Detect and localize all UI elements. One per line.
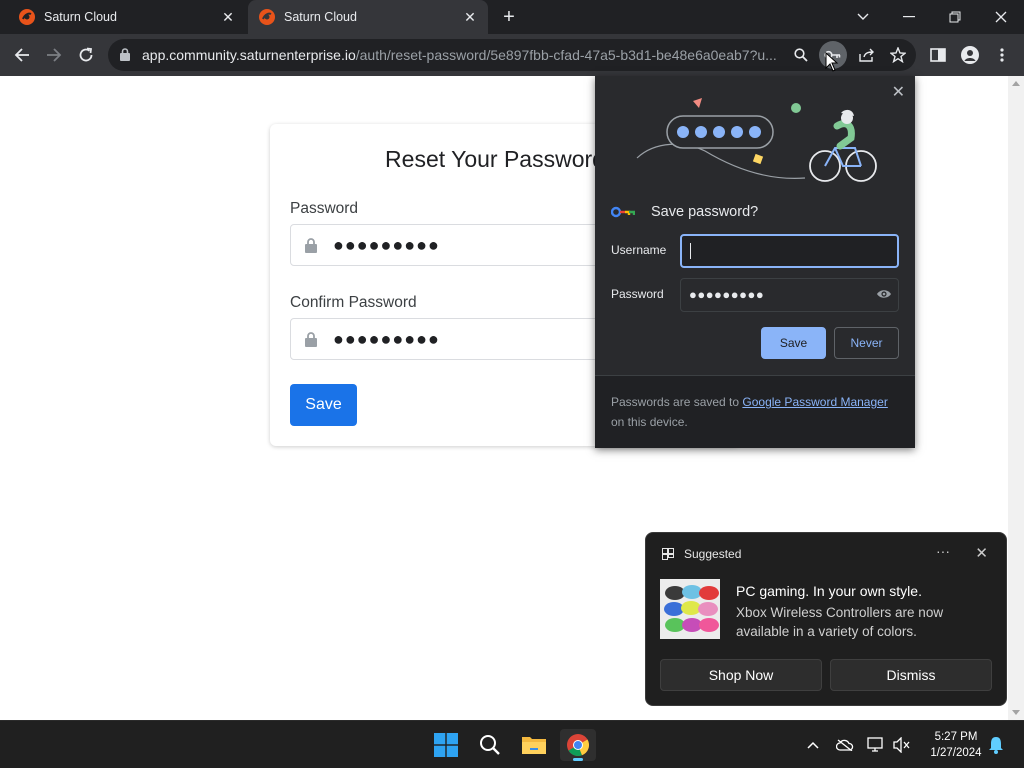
kebab-menu-icon[interactable]: [990, 43, 1014, 67]
bookmark-star-icon[interactable]: [888, 45, 908, 65]
bubble-password-value: ●●●●●●●●●: [689, 287, 765, 302]
suggested-notification: Suggested ··· ✕ PC gaming. In your own s…: [645, 532, 1007, 706]
username-label: Username: [611, 243, 667, 257]
confirm-password-label: Confirm Password: [290, 294, 417, 311]
tab-saturn-cloud-1[interactable]: Saturn Cloud ✕: [8, 0, 246, 34]
xbox-controllers-image: [660, 579, 720, 639]
page-scrollbar[interactable]: [1008, 76, 1024, 720]
notification-body: Xbox Wireless Controllers are now availa…: [736, 605, 944, 639]
lock-icon: [305, 332, 317, 347]
forward-arrow-icon[interactable]: [42, 43, 66, 67]
password-illustration-icon: [636, 98, 877, 182]
file-explorer-icon[interactable]: [516, 729, 552, 761]
url-text: app.community.saturnenterprise.io/auth/r…: [142, 47, 782, 63]
username-input[interactable]: [680, 234, 899, 268]
chrome-icon[interactable]: [560, 729, 596, 761]
close-icon[interactable]: ✕: [892, 82, 905, 102]
text-caret: [690, 243, 691, 259]
tab-search-chevron-icon[interactable]: [840, 0, 886, 34]
saturn-logo-icon: [19, 9, 35, 25]
show-password-eye-icon[interactable]: [876, 288, 892, 300]
profile-avatar-icon[interactable]: [958, 43, 982, 67]
dismiss-button[interactable]: Dismiss: [830, 659, 992, 691]
close-window-button[interactable]: [978, 0, 1024, 34]
restore-button[interactable]: [932, 0, 978, 34]
close-icon[interactable]: ✕: [975, 544, 988, 562]
reload-icon[interactable]: [74, 43, 98, 67]
tab-saturn-cloud-2[interactable]: Saturn Cloud ✕: [248, 0, 488, 34]
footer-suffix: on this device.: [611, 415, 688, 429]
show-hidden-icons-chevron-icon[interactable]: [803, 735, 823, 755]
save-password-bubble: ✕ Save password? Username Password ●●●●●…: [595, 76, 915, 448]
footer-prefix: Passwords are saved to: [611, 395, 740, 409]
bubble-footer: Passwords are saved to Google Password M…: [595, 375, 915, 448]
bubble-save-button[interactable]: Save: [761, 327, 826, 359]
notification-title: PC gaming. In your own style.: [736, 583, 922, 599]
new-tab-button[interactable]: +: [498, 6, 520, 28]
never-button[interactable]: Never: [834, 327, 899, 359]
browser-toolbar: app.community.saturnenterprise.io/auth/r…: [0, 34, 1024, 76]
taskbar: 5:27 PM 1/27/2024: [0, 720, 1024, 768]
onedrive-cloud-icon[interactable]: [835, 735, 855, 755]
minimize-button[interactable]: [886, 0, 932, 34]
clock-date: 1/27/2024: [930, 747, 982, 759]
share-icon[interactable]: [857, 45, 877, 65]
notification-source: Suggested: [684, 547, 742, 561]
tab-title: Saturn Cloud: [284, 10, 357, 24]
bubble-heading: Save password?: [611, 204, 758, 220]
save-button[interactable]: Save: [290, 384, 357, 426]
password-value: ●●●●●●●●●: [333, 235, 440, 255]
tips-app-icon: [662, 548, 674, 560]
bubble-password-label: Password: [611, 287, 664, 301]
tab-title: Saturn Cloud: [44, 10, 117, 24]
scroll-up-arrow-icon[interactable]: [1012, 80, 1020, 86]
close-tab-icon[interactable]: ✕: [460, 9, 480, 26]
bubble-title: Save password?: [651, 204, 759, 220]
password-label: Password: [290, 200, 359, 217]
tab-strip: Saturn Cloud ✕ Saturn Cloud ✕ +: [0, 0, 1024, 34]
shop-now-button[interactable]: Shop Now: [660, 659, 822, 691]
mouse-cursor-icon: [825, 52, 839, 72]
windows-start-icon[interactable]: [428, 729, 464, 761]
volume-muted-icon[interactable]: [892, 735, 912, 755]
side-panel-icon[interactable]: [926, 43, 950, 67]
notification-bell-icon[interactable]: [986, 735, 1006, 755]
confirm-password-value: ●●●●●●●●●: [333, 329, 440, 349]
search-icon[interactable]: [472, 729, 508, 761]
network-icon[interactable]: [866, 735, 886, 755]
bubble-password-field[interactable]: ●●●●●●●●●: [680, 278, 899, 312]
lock-icon: [305, 238, 317, 253]
close-tab-icon[interactable]: ✕: [218, 9, 238, 26]
back-arrow-icon[interactable]: [10, 43, 34, 67]
google-password-manager-link[interactable]: Google Password Manager: [742, 395, 887, 409]
search-icon[interactable]: [791, 45, 811, 65]
google-key-icon: [611, 206, 635, 218]
address-bar[interactable]: app.community.saturnenterprise.io/auth/r…: [108, 39, 916, 71]
notification-header: Suggested: [662, 547, 741, 561]
clock-time: 5:27 PM: [934, 731, 978, 743]
url-host: app.community.saturnenterprise.io: [142, 47, 356, 63]
system-clock[interactable]: 5:27 PM 1/27/2024: [918, 729, 994, 761]
saturn-logo-icon: [259, 9, 275, 25]
more-options-icon[interactable]: ···: [936, 543, 950, 559]
lock-icon[interactable]: [120, 48, 130, 61]
scroll-down-arrow-icon[interactable]: [1012, 710, 1020, 716]
url-path: /auth/reset-password/5e897fbb-cfad-47a5-…: [355, 47, 777, 63]
